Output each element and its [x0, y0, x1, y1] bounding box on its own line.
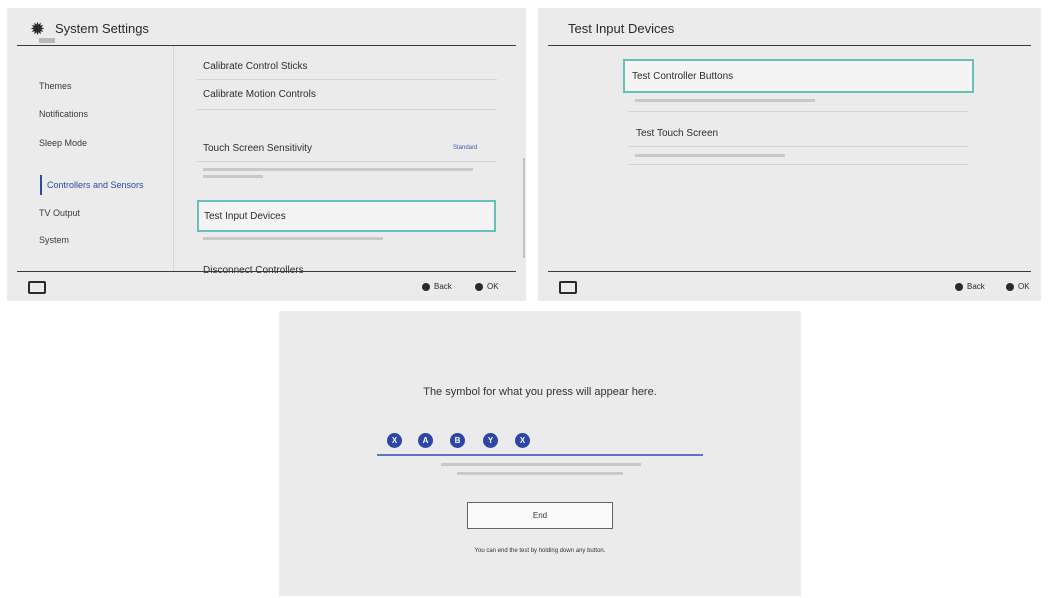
b-button-icon: [422, 282, 430, 291]
back-label: Back: [434, 282, 452, 291]
gear-icon: ✹: [30, 19, 46, 39]
description-line: [635, 154, 785, 157]
description-line: [457, 472, 623, 475]
sidebar-divider: [173, 46, 174, 272]
test-input-devices-selected[interactable]: Test Input Devices: [197, 200, 496, 232]
description-line: [441, 463, 641, 466]
row-divider: [197, 109, 497, 110]
test-controller-buttons-label: Test Controller Buttons: [632, 71, 734, 82]
footer-divider: [17, 271, 516, 272]
symbol-baseline: [377, 454, 703, 456]
back-button[interactable]: Back: [955, 282, 985, 291]
end-button[interactable]: End: [467, 502, 613, 529]
touch-sensitivity-value: Standard: [453, 145, 478, 151]
calibrate-motion-item[interactable]: Calibrate Motion Controls: [203, 89, 316, 100]
sidebar-item-cut-off: [39, 38, 55, 43]
back-button[interactable]: Back: [422, 282, 452, 291]
system-settings-screen: ✹ System Settings Themes Notifications S…: [7, 8, 526, 301]
row-divider: [628, 146, 968, 147]
row-divider: [628, 164, 968, 165]
button-test-screen: The symbol for what you press will appea…: [279, 311, 801, 596]
header: ✹ System Settings: [7, 8, 526, 46]
calibrate-sticks-item[interactable]: Calibrate Control Sticks: [203, 61, 307, 72]
test-input-devices-screen: Test Input Devices Test Controller Butto…: [538, 8, 1041, 301]
header: Test Input Devices: [538, 8, 1041, 46]
a-button-icon: [475, 282, 483, 291]
sidebar-item-system[interactable]: System: [39, 235, 69, 245]
description-line: [203, 168, 473, 171]
x-button-symbol: X: [387, 433, 402, 448]
description-line: [203, 237, 383, 240]
sidebar-item-tv-output[interactable]: TV Output: [39, 208, 80, 218]
row-divider: [628, 111, 968, 112]
header-divider: [17, 45, 516, 46]
ok-button[interactable]: OK: [1006, 282, 1030, 291]
page-title: System Settings: [55, 21, 149, 36]
page-title: Test Input Devices: [568, 21, 675, 36]
header-divider: [548, 45, 1031, 46]
sidebar-item-controllers-and-sensors[interactable]: Controllers and Sensors: [47, 180, 144, 190]
b-button-icon: [955, 282, 963, 291]
description-line: [203, 175, 263, 178]
console-icon: [28, 281, 46, 294]
sidebar-item-notifications[interactable]: Notifications: [39, 109, 88, 119]
back-label: Back: [967, 282, 985, 291]
y-button-symbol: Y: [483, 433, 498, 448]
a-button-icon: [1006, 282, 1014, 291]
scrollbar[interactable]: [523, 158, 525, 258]
ok-button[interactable]: OK: [475, 282, 499, 291]
row-divider: [197, 79, 497, 80]
sidebar-item-themes[interactable]: Themes: [39, 81, 72, 91]
description-line: [635, 99, 815, 102]
b-button-symbol: B: [450, 433, 465, 448]
ok-label: OK: [1018, 282, 1030, 291]
test-touch-screen-item[interactable]: Test Touch Screen: [636, 128, 718, 139]
test-prompt: The symbol for what you press will appea…: [423, 386, 657, 398]
ok-label: OK: [487, 282, 499, 291]
a-button-symbol: A: [418, 433, 433, 448]
console-icon: [559, 281, 577, 294]
test-input-devices-label: Test Input Devices: [204, 211, 286, 222]
x-button-symbol: X: [515, 433, 530, 448]
touch-sensitivity-item[interactable]: Touch Screen Sensitivity: [203, 143, 312, 154]
test-controller-buttons-selected[interactable]: Test Controller Buttons: [623, 59, 974, 93]
footer-divider: [548, 271, 1031, 272]
row-divider: [197, 161, 497, 162]
hold-instruction: You can end the test by holding down any…: [474, 548, 606, 554]
sidebar-item-sleep-mode[interactable]: Sleep Mode: [39, 138, 87, 148]
sidebar-selection-indicator: [40, 175, 42, 195]
